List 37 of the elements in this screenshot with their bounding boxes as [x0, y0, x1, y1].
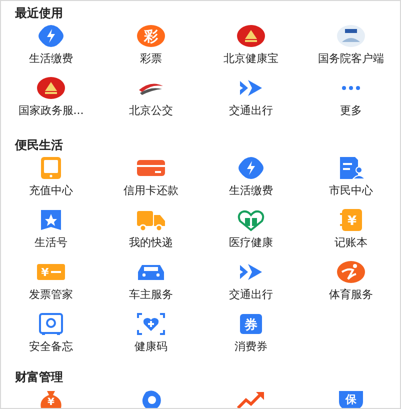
app-label: 充值中心 [29, 184, 73, 197]
app-label: 医疗健康 [229, 236, 273, 249]
building-badge-icon[interactable] [336, 24, 366, 48]
app-label: 北京健康宝 [224, 52, 278, 65]
app-label: 记账本 [334, 236, 368, 249]
app-label: 健康码 [134, 340, 168, 353]
app-label: 更多 [340, 104, 362, 117]
section-heading: 便民生活 [14, 137, 64, 153]
emblem-icon[interactable] [236, 24, 266, 48]
emblem-icon[interactable] [36, 76, 66, 100]
section-heading: 最近使用 [14, 5, 64, 21]
lightning-icon[interactable] [36, 24, 66, 48]
app-label: 安全备忘 [29, 340, 73, 353]
app-label: 车主服务 [129, 288, 173, 301]
app-label: 北京公交 [129, 104, 173, 117]
character-badge-icon[interactable]: 彩 [136, 24, 166, 48]
safe-icon[interactable] [36, 312, 66, 336]
app-label: 我的快递 [129, 236, 173, 249]
app-label: 体育服务 [329, 288, 373, 301]
app-label: 发票管家 [29, 288, 73, 301]
section-heading: 财富管理 [14, 369, 64, 385]
lightning-icon[interactable] [236, 156, 266, 180]
app-label: 国务院客户端 [318, 52, 384, 65]
app-label: 信用卡还款 [124, 184, 178, 197]
runner-icon[interactable] [336, 260, 366, 284]
app-label: 消费券 [234, 340, 268, 353]
app-label: 交通出行 [229, 104, 273, 117]
shield-icon[interactable]: 保 [336, 388, 366, 408]
app-label: 国家政务服... [18, 104, 84, 117]
heart-house-icon[interactable] [236, 208, 266, 232]
app-label: 彩票 [140, 52, 162, 65]
app-label: 生活号 [34, 236, 68, 249]
app-label: 生活缴费 [29, 52, 73, 65]
app-label: 生活缴费 [229, 184, 273, 197]
app-label: 市民中心 [329, 184, 373, 197]
app-label: 交通出行 [229, 288, 273, 301]
heart-scan-icon[interactable] [136, 312, 166, 336]
